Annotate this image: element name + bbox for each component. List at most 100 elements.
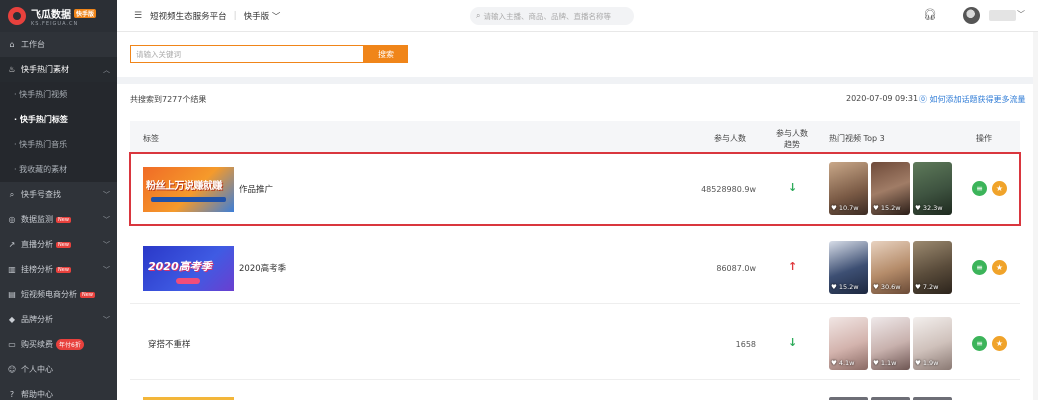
chevron-up-icon: ︿ bbox=[103, 66, 110, 74]
heart-icon: ♥ bbox=[831, 283, 837, 291]
sidebar-item-account-search[interactable]: ⌕ 快手号查找 ﹀ bbox=[0, 182, 117, 207]
hot-videos: ♥ 10.7w ♥ 15.2w ♥ 32.3w bbox=[829, 162, 954, 215]
platform-title: 短视频生态服务平台 bbox=[150, 11, 227, 22]
heart-icon: ♥ bbox=[831, 359, 837, 367]
detail-list-icon[interactable]: ≡ bbox=[972, 336, 987, 351]
tag-name[interactable]: 作品推广 bbox=[239, 183, 273, 195]
logo-subtitle: KS.FEIGUA.CN bbox=[31, 20, 79, 27]
video-thumbnail[interactable]: ♥ 32.3w bbox=[913, 162, 952, 215]
trend-up-icon: ↑ bbox=[788, 260, 798, 273]
heart-icon: ♥ bbox=[831, 204, 837, 212]
heart-icon: ♥ bbox=[873, 204, 879, 212]
new-badge: New bbox=[56, 241, 71, 248]
logo-icon bbox=[8, 7, 26, 25]
heart-icon: ♥ bbox=[873, 359, 879, 367]
sidebar-item-help[interactable]: ? 帮助中心 bbox=[0, 382, 117, 400]
top-header: ☰ 短视频生态服务平台 | 快手版 ﹀ ⌕ 请输入主播、商品、品牌、直播名称等 … bbox=[117, 0, 1038, 32]
table-row[interactable]: 粉丝上万说赚就赚 作品推广 48528980.9w ↓ ♥ 10.7w ♥ 15.2… bbox=[129, 152, 1021, 226]
row-actions: ≡ ★ bbox=[972, 260, 1012, 276]
search-button[interactable]: 搜索 bbox=[364, 45, 408, 63]
sidebar-item-ecommerce-analysis[interactable]: ▤ 短视频电商分析 New bbox=[0, 282, 117, 307]
sidebar-item-hot-material[interactable]: ♨ 快手热门素材 ︿ bbox=[0, 57, 117, 82]
global-search-input[interactable]: ⌕ 请输入主播、商品、品牌、直播名称等 bbox=[470, 7, 634, 25]
sidebar-item-purchase[interactable]: ▭ 购买续费 年付6折 bbox=[0, 332, 117, 357]
tag-name[interactable]: 2020高考季 bbox=[239, 262, 286, 274]
sidebar-subitem-hot-music[interactable]: · 快手热门音乐 bbox=[0, 132, 117, 157]
detail-list-icon[interactable]: ≡ bbox=[972, 260, 987, 275]
help-link[interactable]: ⓪ 如何添加话题获得更多流量 bbox=[919, 94, 1026, 105]
tag-banner-image[interactable]: 粉丝上万说赚就赚 bbox=[143, 167, 234, 212]
keyword-input[interactable]: 请输入关键词 bbox=[130, 45, 364, 63]
trend-down-icon: ↓ bbox=[788, 181, 798, 194]
tag-name[interactable]: 穿搭不重样 bbox=[148, 338, 191, 350]
participant-count: 48528980.9w bbox=[701, 185, 756, 194]
header-ops: 操作 bbox=[976, 134, 992, 143]
heart-icon: ♥ bbox=[915, 359, 921, 367]
video-thumbnail[interactable]: ♥ 7.2w bbox=[913, 241, 952, 294]
chevron-down-icon: ﹀ bbox=[103, 266, 110, 274]
participant-count: 86087.0w bbox=[716, 264, 756, 273]
sidebar-item-workbench[interactable]: ⌂ 工作台 bbox=[0, 32, 117, 57]
logo-title: 飞瓜数据 bbox=[31, 9, 71, 21]
results-panel: 共搜索到7277个结果 2020-07-09 09:31 ⓪ 如何添加话题获得更… bbox=[117, 84, 1033, 400]
search-icon: ⌕ bbox=[476, 11, 481, 20]
chevron-down-icon: ﹀ bbox=[103, 241, 110, 249]
scrollbar[interactable] bbox=[1033, 32, 1038, 400]
participant-count: 1658 bbox=[735, 340, 756, 349]
header-tag: 标签 bbox=[143, 134, 159, 143]
sidebar-item-live-analysis[interactable]: ↗ 直播分析 New ﹀ bbox=[0, 232, 117, 257]
update-time: 2020-07-09 09:31 bbox=[846, 94, 919, 103]
new-badge: New bbox=[56, 266, 71, 273]
promo-badge: 年付6折 bbox=[56, 339, 84, 350]
video-thumbnail[interactable]: ♥ 15.2w bbox=[829, 241, 868, 294]
video-thumbnail[interactable]: ♥ 30.6w bbox=[871, 241, 910, 294]
home-icon: ⌂ bbox=[9, 40, 15, 49]
search-icon: ⌕ bbox=[9, 189, 15, 199]
help-icon: ? bbox=[9, 390, 15, 399]
diamond-icon: ◆ bbox=[8, 315, 16, 324]
star-icon[interactable]: ★ bbox=[992, 260, 1007, 275]
sidebar-item-profile[interactable]: ☺ 个人中心 bbox=[0, 357, 117, 382]
video-thumbnail[interactable]: ♥ 15.2w bbox=[871, 162, 910, 215]
card-icon: ▭ bbox=[8, 340, 16, 349]
sidebar-item-data-monitor[interactable]: ◎ 数据监测 New ﹀ bbox=[0, 207, 117, 232]
video-thumbnail[interactable]: ♥ 10.7w bbox=[829, 162, 868, 215]
chevron-down-icon: ﹀ bbox=[103, 216, 110, 224]
sidebar-subitem-favorites[interactable]: · 我收藏的素材 bbox=[0, 157, 117, 182]
row-actions: ≡ ★ bbox=[972, 336, 1012, 352]
sidebar-item-rank-analysis[interactable]: ▥ 挂榜分析 New ﹀ bbox=[0, 257, 117, 282]
version-switch[interactable]: 快手版 ﹀ bbox=[244, 10, 281, 22]
chevron-down-icon[interactable]: ﹀ bbox=[1017, 9, 1025, 20]
headset-icon[interactable]: 🎧︎ bbox=[923, 8, 937, 22]
sidebar-subitem-hot-tags[interactable]: · 快手热门标签 bbox=[0, 107, 117, 132]
star-icon[interactable]: ★ bbox=[992, 181, 1007, 196]
tag-banner-image[interactable]: 2020高考季 bbox=[143, 246, 234, 291]
chevron-down-icon: ﹀ bbox=[103, 316, 110, 324]
video-thumbnail[interactable]: ♥ 1.9w bbox=[913, 317, 952, 370]
heart-icon: ♥ bbox=[915, 204, 921, 212]
row-actions: ≡ ★ bbox=[972, 181, 1012, 197]
header-trend: 参与人数 趋势 bbox=[776, 129, 808, 149]
chevron-down-icon: ﹀ bbox=[271, 11, 281, 22]
table-header: 标签 参与人数 参与人数 趋势 热门视频 Top 3 操作 bbox=[130, 121, 1020, 153]
username-blurred[interactable] bbox=[989, 10, 1016, 21]
sidebar-subitem-hot-videos[interactable]: · 快手热门视频 bbox=[0, 82, 117, 107]
new-badge: New bbox=[56, 216, 71, 223]
detail-list-icon[interactable]: ≡ bbox=[972, 181, 987, 196]
video-thumbnail[interactable]: ♥ 1.1w bbox=[871, 317, 910, 370]
table-row[interactable]: 2020高考季 2020高考季 86087.0w ↑ ♥ 15.2w ♥ 30.6w… bbox=[130, 232, 1020, 304]
star-icon[interactable]: ★ bbox=[992, 336, 1007, 351]
rank-icon: ▥ bbox=[8, 265, 16, 274]
hot-videos: ♥ 15.2w ♥ 30.6w ♥ 7.2w bbox=[829, 241, 954, 294]
chevron-down-icon: ﹀ bbox=[103, 191, 110, 199]
sidebar-item-brand-analysis[interactable]: ◆ 品牌分析 ﹀ bbox=[0, 307, 117, 332]
trend-down-icon: ↓ bbox=[788, 336, 798, 349]
logo[interactable]: 飞瓜数据 快手版 KS.FEIGUA.CN bbox=[0, 0, 117, 32]
avatar[interactable] bbox=[963, 7, 980, 24]
menu-toggle-icon[interactable]: ☰ bbox=[134, 11, 142, 21]
user-icon: ☺ bbox=[7, 365, 17, 374]
table-row[interactable]: 穿搭不重样 1658 ↓ ♥ 4.1w ♥ 1.1w ♥ 1.9w ≡ ★ bbox=[130, 308, 1020, 380]
header-participants: 参与人数 bbox=[714, 134, 746, 143]
video-thumbnail[interactable]: ♥ 4.1w bbox=[829, 317, 868, 370]
cart-icon: ▤ bbox=[8, 290, 16, 299]
